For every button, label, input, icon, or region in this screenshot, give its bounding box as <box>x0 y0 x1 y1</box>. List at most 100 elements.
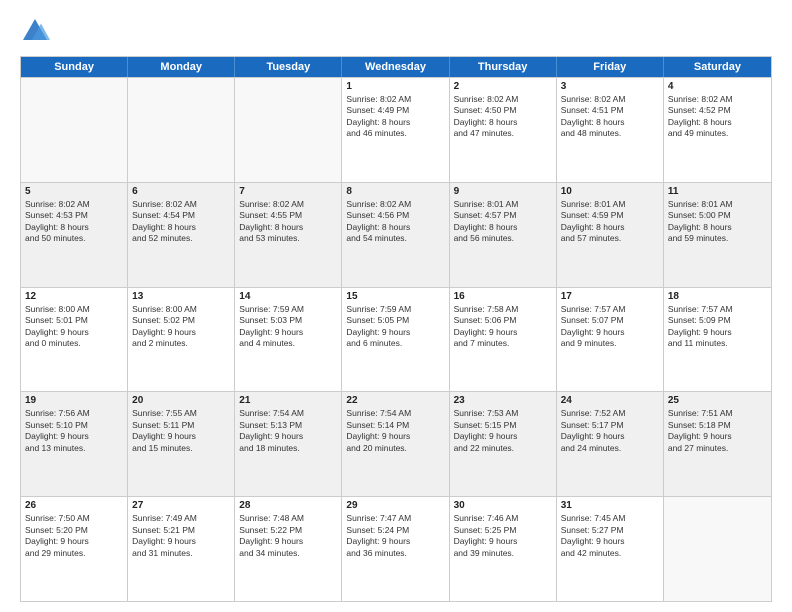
day-number: 5 <box>25 186 123 197</box>
day-number: 15 <box>346 291 444 302</box>
cell-info: Sunrise: 7:59 AMSunset: 5:05 PMDaylight:… <box>346 304 444 350</box>
cal-cell: 20 Sunrise: 7:55 AMSunset: 5:11 PMDayligh… <box>128 392 235 496</box>
cal-cell <box>235 78 342 182</box>
cell-info: Sunrise: 7:51 AMSunset: 5:18 PMDaylight:… <box>668 408 767 454</box>
cell-info: Sunrise: 8:02 AMSunset: 4:50 PMDaylight:… <box>454 94 552 140</box>
cell-info: Sunrise: 8:01 AMSunset: 4:57 PMDaylight:… <box>454 199 552 245</box>
cell-info: Sunrise: 7:57 AMSunset: 5:09 PMDaylight:… <box>668 304 767 350</box>
header-day-monday: Monday <box>128 57 235 77</box>
day-number: 17 <box>561 291 659 302</box>
cal-cell: 8Sunrise: 8:02 AMSunset: 4:56 PMDaylight… <box>342 183 449 287</box>
cal-cell: 24Sunrise: 7:52 AMSunset: 5:17 PMDayligh… <box>557 392 664 496</box>
cell-info: Sunrise: 7:54 AMSunset: 5:13 PMDaylight:… <box>239 408 337 454</box>
cal-cell: 26 Sunrise: 7:50 AMSunset: 5:20 PMDayligh… <box>21 497 128 601</box>
cal-cell: 6 Sunrise: 8:02 AMSunset: 4:54 PMDaylight… <box>128 183 235 287</box>
cal-cell: 1 Sunrise: 8:02 AMSunset: 4:49 PMDaylight… <box>342 78 449 182</box>
cal-cell <box>128 78 235 182</box>
cal-cell: 30 Sunrise: 7:46 AMSunset: 5:25 PMDayligh… <box>450 497 557 601</box>
calendar-body: 1 Sunrise: 8:02 AMSunset: 4:49 PMDaylight… <box>21 77 771 601</box>
cal-cell: 19 Sunrise: 7:56 AMSunset: 5:10 PMDayligh… <box>21 392 128 496</box>
cal-cell: 31 Sunrise: 7:45 AMSunset: 5:27 PMDayligh… <box>557 497 664 601</box>
cal-cell: 15 Sunrise: 7:59 AMSunset: 5:05 PMDayligh… <box>342 288 449 392</box>
cell-info: Sunrise: 8:02 AMSunset: 4:51 PMDaylight:… <box>561 94 659 140</box>
day-number: 30 <box>454 500 552 511</box>
page: SundayMondayTuesdayWednesdayThursdayFrid… <box>0 0 792 612</box>
day-number: 31 <box>561 500 659 511</box>
cell-info: Sunrise: 7:50 AMSunset: 5:20 PMDaylight:… <box>25 513 123 559</box>
cal-cell: 9 Sunrise: 8:01 AMSunset: 4:57 PMDaylight… <box>450 183 557 287</box>
week-row-2: 5Sunrise: 8:02 AMSunset: 4:53 PMDaylight… <box>21 182 771 287</box>
cell-info: Sunrise: 8:02 AMSunset: 4:49 PMDaylight:… <box>346 94 444 140</box>
cal-cell: 2 Sunrise: 8:02 AMSunset: 4:50 PMDaylight… <box>450 78 557 182</box>
cal-cell: 13Sunrise: 8:00 AMSunset: 5:02 PMDayligh… <box>128 288 235 392</box>
day-number: 29 <box>346 500 444 511</box>
header-day-thursday: Thursday <box>450 57 557 77</box>
cal-cell: 7 Sunrise: 8:02 AMSunset: 4:55 PMDaylight… <box>235 183 342 287</box>
header-day-friday: Friday <box>557 57 664 77</box>
cal-cell: 23Sunrise: 7:53 AMSunset: 5:15 PMDayligh… <box>450 392 557 496</box>
cal-cell: 16 Sunrise: 7:58 AMSunset: 5:06 PMDayligh… <box>450 288 557 392</box>
day-number: 6 <box>132 186 230 197</box>
day-number: 13 <box>132 291 230 302</box>
cal-cell <box>664 497 771 601</box>
cal-cell <box>21 78 128 182</box>
cell-info: Sunrise: 8:00 AMSunset: 5:01 PMDaylight:… <box>25 304 123 350</box>
calendar: SundayMondayTuesdayWednesdayThursdayFrid… <box>20 56 772 602</box>
day-number: 25 <box>668 395 767 406</box>
week-row-3: 12 Sunrise: 8:00 AMSunset: 5:01 PMDayligh… <box>21 287 771 392</box>
cal-cell: 27Sunrise: 7:49 AMSunset: 5:21 PMDayligh… <box>128 497 235 601</box>
cal-cell: 29 Sunrise: 7:47 AMSunset: 5:24 PMDayligh… <box>342 497 449 601</box>
cal-cell: 10 Sunrise: 8:01 AMSunset: 4:59 PMDayligh… <box>557 183 664 287</box>
day-number: 20 <box>132 395 230 406</box>
day-number: 24 <box>561 395 659 406</box>
day-number: 3 <box>561 81 659 92</box>
day-number: 18 <box>668 291 767 302</box>
cell-info: Sunrise: 8:02 AMSunset: 4:52 PMDaylight:… <box>668 94 767 140</box>
day-number: 19 <box>25 395 123 406</box>
day-number: 26 <box>25 500 123 511</box>
day-number: 12 <box>25 291 123 302</box>
day-number: 10 <box>561 186 659 197</box>
cal-cell: 14 Sunrise: 7:59 AMSunset: 5:03 PMDayligh… <box>235 288 342 392</box>
cell-info: Sunrise: 7:46 AMSunset: 5:25 PMDaylight:… <box>454 513 552 559</box>
cal-cell: 18 Sunrise: 7:57 AMSunset: 5:09 PMDayligh… <box>664 288 771 392</box>
cell-info: Sunrise: 8:02 AMSunset: 4:55 PMDaylight:… <box>239 199 337 245</box>
cell-info: Sunrise: 7:45 AMSunset: 5:27 PMDaylight:… <box>561 513 659 559</box>
header-day-tuesday: Tuesday <box>235 57 342 77</box>
day-number: 28 <box>239 500 337 511</box>
day-number: 14 <box>239 291 337 302</box>
day-number: 7 <box>239 186 337 197</box>
day-number: 4 <box>668 81 767 92</box>
day-number: 27 <box>132 500 230 511</box>
cal-cell: 11Sunrise: 8:01 AMSunset: 5:00 PMDayligh… <box>664 183 771 287</box>
week-row-4: 19 Sunrise: 7:56 AMSunset: 5:10 PMDayligh… <box>21 391 771 496</box>
day-number: 9 <box>454 186 552 197</box>
header-day-wednesday: Wednesday <box>342 57 449 77</box>
cell-info: Sunrise: 8:02 AMSunset: 4:54 PMDaylight:… <box>132 199 230 245</box>
cell-info: Sunrise: 7:58 AMSunset: 5:06 PMDaylight:… <box>454 304 552 350</box>
calendar-header: SundayMondayTuesdayWednesdayThursdayFrid… <box>21 57 771 77</box>
header-day-saturday: Saturday <box>664 57 771 77</box>
week-row-1: 1 Sunrise: 8:02 AMSunset: 4:49 PMDaylight… <box>21 77 771 182</box>
cal-cell: 21Sunrise: 7:54 AMSunset: 5:13 PMDayligh… <box>235 392 342 496</box>
header <box>20 16 772 46</box>
day-number: 2 <box>454 81 552 92</box>
day-number: 11 <box>668 186 767 197</box>
cell-info: Sunrise: 7:57 AMSunset: 5:07 PMDaylight:… <box>561 304 659 350</box>
cal-cell: 5Sunrise: 8:02 AMSunset: 4:53 PMDaylight… <box>21 183 128 287</box>
cell-info: Sunrise: 7:48 AMSunset: 5:22 PMDaylight:… <box>239 513 337 559</box>
cell-info: Sunrise: 7:59 AMSunset: 5:03 PMDaylight:… <box>239 304 337 350</box>
cal-cell: 28 Sunrise: 7:48 AMSunset: 5:22 PMDayligh… <box>235 497 342 601</box>
logo-icon <box>20 16 50 46</box>
week-row-5: 26 Sunrise: 7:50 AMSunset: 5:20 PMDayligh… <box>21 496 771 601</box>
cell-info: Sunrise: 7:56 AMSunset: 5:10 PMDaylight:… <box>25 408 123 454</box>
cell-info: Sunrise: 7:55 AMSunset: 5:11 PMDaylight:… <box>132 408 230 454</box>
cell-info: Sunrise: 8:01 AMSunset: 4:59 PMDaylight:… <box>561 199 659 245</box>
cell-info: Sunrise: 7:47 AMSunset: 5:24 PMDaylight:… <box>346 513 444 559</box>
cal-cell: 17 Sunrise: 7:57 AMSunset: 5:07 PMDayligh… <box>557 288 664 392</box>
cal-cell: 4 Sunrise: 8:02 AMSunset: 4:52 PMDaylight… <box>664 78 771 182</box>
day-number: 16 <box>454 291 552 302</box>
header-day-sunday: Sunday <box>21 57 128 77</box>
day-number: 1 <box>346 81 444 92</box>
day-number: 22 <box>346 395 444 406</box>
